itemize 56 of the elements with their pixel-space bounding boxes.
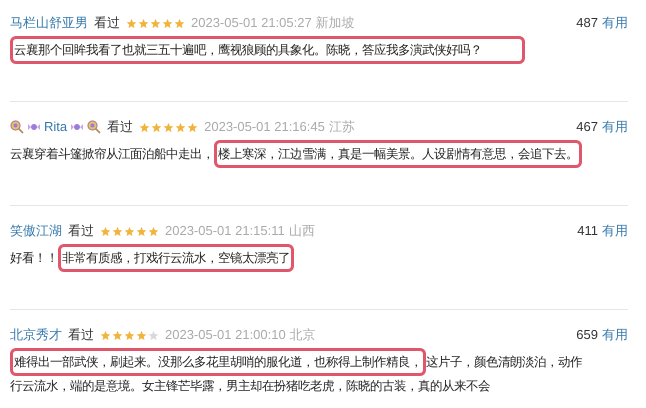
star-icon	[175, 122, 186, 132]
star-icon	[112, 330, 123, 340]
comment-text: 云襄穿着斗篷掀帘从江面泊船中走出，	[10, 147, 214, 161]
user-name[interactable]: 马栏山舒亚男	[10, 14, 88, 32]
star-icon	[148, 330, 159, 340]
vote-count: 659	[576, 326, 598, 344]
watch-status: 看过	[68, 222, 94, 240]
lollipop-icon	[87, 120, 102, 134]
comment-time: 2023-05-01 21:16:45	[204, 118, 325, 136]
useful-link[interactable]: 有用	[602, 222, 628, 240]
star-icon	[136, 330, 147, 340]
star-icon	[112, 226, 123, 236]
useful-link[interactable]: 有用	[602, 118, 628, 136]
star-icon	[136, 226, 147, 236]
star-icon	[174, 18, 185, 28]
lollipop-icon	[10, 120, 24, 134]
star-icon	[151, 122, 162, 132]
candy-icon	[28, 122, 40, 132]
highlight-frame: 非常有质感，打戏行云流水，空镜太漂亮了	[58, 244, 294, 272]
highlight-frame: 楼上寒深，江边雪满，真是一幅美景。人设剧情有意思，会追下去。	[214, 140, 582, 168]
comment-time: 2023-05-01 21:00:10	[165, 326, 286, 344]
comment-text: 这片子，颜色清朗淡泊，动作	[426, 355, 582, 369]
watch-status: 看过	[107, 118, 134, 136]
star-icon	[187, 122, 198, 132]
vote-count: 467	[576, 118, 598, 136]
comment-text: 行云流水，端的是意境。女主锋芒毕露，男主却在扮猪吃老虎，陈晓的古装，真的从来不会	[10, 379, 490, 393]
star-icon	[139, 122, 150, 132]
highlight-frame: 云襄那个回眸我看了也就三五十遍吧，鹰视狼顾的具象化。陈晓，答应我多演武侠好吗？	[10, 36, 525, 64]
comment-location: 北京	[290, 326, 316, 344]
user-name[interactable]: 北京秀才	[10, 326, 62, 344]
user-name[interactable]: Rita	[44, 118, 68, 136]
star-icon	[150, 18, 161, 28]
star-icon	[126, 18, 137, 28]
vote-count: 487	[576, 14, 598, 32]
star-icon	[100, 330, 111, 340]
star-icon	[100, 226, 111, 236]
star-icon	[124, 226, 135, 236]
user-name[interactable]: 笑傲江湖	[10, 222, 62, 240]
star-icon	[148, 226, 159, 236]
vote-count: 411	[577, 222, 598, 240]
highlight-frame: 难得出一部武侠，刷起来。没那么多花里胡哨的服化道，也称得上制作精良，	[10, 348, 426, 376]
comment-location: 江苏	[328, 118, 355, 136]
star-icon	[163, 122, 174, 132]
comment-location: 新加坡	[316, 14, 355, 32]
useful-link[interactable]: 有用	[602, 14, 628, 32]
useful-link[interactable]: 有用	[602, 326, 628, 344]
star-icon	[138, 18, 149, 28]
watch-status: 看过	[68, 326, 94, 344]
comment-text: 好看！！	[10, 251, 58, 265]
comment-time: 2023-05-01 21:15:11	[165, 222, 285, 240]
comment-location: 山西	[288, 222, 315, 240]
comment-time: 2023-05-01 21:05:27	[191, 14, 312, 32]
candy-icon	[71, 122, 84, 132]
watch-status: 看过	[94, 14, 120, 32]
star-icon	[124, 330, 135, 340]
star-icon	[162, 18, 173, 28]
